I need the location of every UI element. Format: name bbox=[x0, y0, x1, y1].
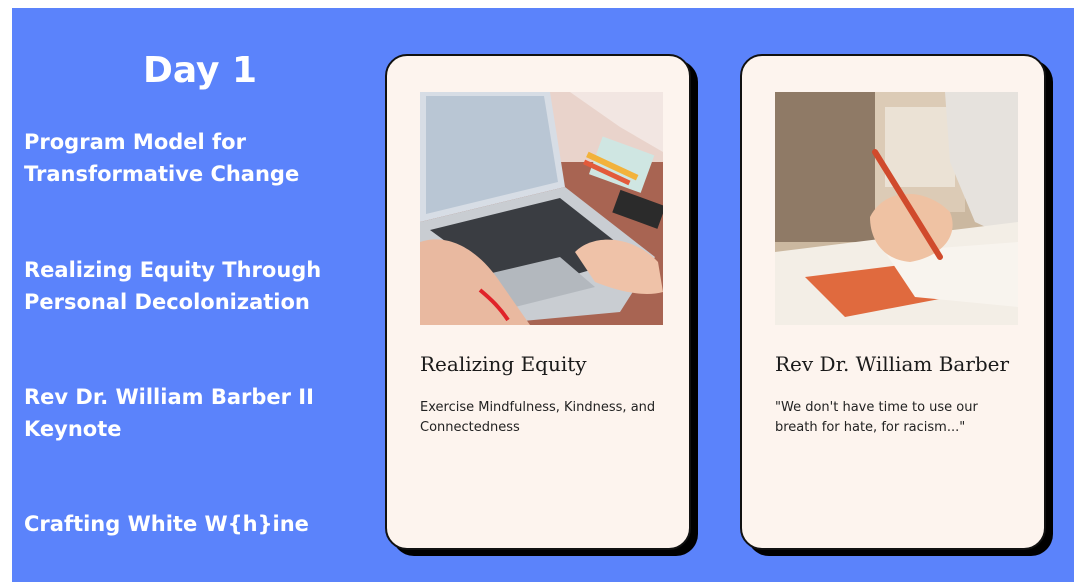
agenda-item-line: Keynote bbox=[24, 417, 122, 441]
agenda-item-line: Crafting White W{h}ine bbox=[24, 512, 309, 536]
agenda-item-line: Program Model for bbox=[24, 130, 246, 154]
agenda-item-line: Rev Dr. William Barber II bbox=[24, 385, 314, 409]
agenda-item-line: Realizing Equity Through bbox=[24, 258, 322, 282]
agenda-item-line: Personal Decolonization bbox=[24, 290, 310, 314]
card-realizing-equity[interactable]: Realizing Equity Exercise Mindfulness, K… bbox=[385, 54, 691, 550]
day-title: Day 1 bbox=[142, 50, 258, 91]
agenda-item-program-model: Program Model for Transformative Change bbox=[24, 126, 354, 190]
pen-writing-notebook-photo bbox=[775, 92, 1018, 325]
slide: Day 1 Program Model for Transformative C… bbox=[12, 8, 1074, 582]
laptop-typing-photo bbox=[420, 92, 663, 325]
card-rev-barber[interactable]: Rev Dr. William Barber "We don't have ti… bbox=[740, 54, 1046, 550]
card-title: Rev Dr. William Barber bbox=[775, 352, 1010, 376]
agenda-item-barber-keynote: Rev Dr. William Barber II Keynote bbox=[24, 381, 354, 445]
agenda-item-realizing-equity: Realizing Equity Through Personal Decolo… bbox=[24, 254, 354, 318]
card-body: "We don't have time to use our breath fo… bbox=[775, 400, 978, 435]
agenda-item-line: Transformative Change bbox=[24, 162, 300, 186]
card-body: Exercise Mindfulness, Kindness, and Conn… bbox=[420, 400, 656, 435]
agenda-item-crafting-white-whine: Crafting White W{h}ine bbox=[24, 508, 354, 540]
card-title: Realizing Equity bbox=[420, 352, 587, 376]
